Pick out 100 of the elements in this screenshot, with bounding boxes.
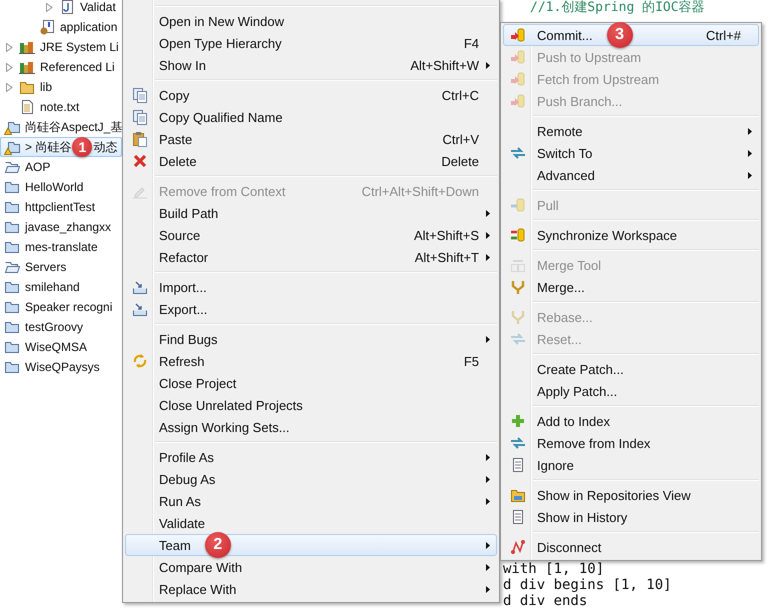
menu-item[interactable]: Refactor Alt+Shift+T (125, 246, 497, 268)
menu-item[interactable]: Remove from Index (503, 432, 759, 454)
config-file-icon (39, 19, 55, 35)
menu-item[interactable]: Synchronize Workspace (503, 224, 759, 246)
menu-item[interactable]: Open Type Hierarchy F4 (125, 32, 497, 54)
books-icon (19, 59, 35, 75)
cylinder-icon (510, 197, 526, 213)
menu-item[interactable]: Source Alt+Shift+S (125, 224, 497, 246)
refresh-icon (132, 353, 148, 369)
shortcut-label: Ctrl+C (440, 88, 479, 102)
menu-item[interactable]: Add to Index (503, 410, 759, 432)
menu-item[interactable]: Show in Repositories View (503, 484, 759, 506)
code-line: with [1, 10] (503, 561, 604, 577)
menu-item[interactable]: Import... (125, 276, 497, 298)
fork-icon (510, 309, 526, 325)
nodes-icon (510, 539, 526, 555)
expand-arrow-icon[interactable] (6, 82, 13, 92)
tree-item[interactable]: WiseQPaysys (0, 357, 122, 377)
menu-item[interactable]: Close Project (125, 372, 497, 394)
shortcut-label: Ctrl+# (704, 28, 741, 42)
arrow-cylinder-icon (510, 27, 526, 43)
menu-item[interactable]: Copy Ctrl+C (125, 84, 497, 106)
tree-item[interactable]: application (0, 17, 122, 37)
menu-item[interactable]: Copy Qualified Name (125, 106, 497, 128)
tree-item[interactable]: javase_zhangxx (0, 217, 122, 237)
project-icon (4, 279, 20, 295)
tree-item[interactable]: Speaker recogni (0, 297, 122, 317)
project-icon (4, 359, 20, 375)
tree-item[interactable]: smilehand (0, 277, 122, 297)
menu-item[interactable]: Validate (125, 512, 497, 534)
menu-item[interactable]: Close Unrelated Projects (125, 394, 497, 416)
menu-item[interactable]: Switch To (503, 142, 759, 164)
step-badge: 1 (72, 137, 92, 157)
expand-arrow-icon[interactable] (6, 42, 13, 52)
arrows-cylinder-icon (510, 227, 526, 243)
menu-item[interactable]: Apply Patch... (503, 380, 759, 402)
expand-arrow-icon[interactable] (46, 2, 53, 12)
project-icon (4, 299, 20, 315)
tree-item[interactable]: Validat (0, 0, 122, 17)
shortcut-label: F4 (462, 36, 479, 50)
tree-item[interactable]: > 尚硅谷 1 动态 (0, 137, 122, 157)
tree-item[interactable]: testGroovy (0, 317, 122, 337)
code-line: d div begins [1, 10] (503, 577, 672, 593)
grid-icon (510, 257, 526, 273)
menu-item[interactable]: Debug As (125, 468, 497, 490)
arrow-cylinder-icon (510, 49, 526, 65)
menu-item[interactable]: Delete Delete (125, 150, 497, 172)
menu-item[interactable]: Ignore (503, 454, 759, 476)
tree-item[interactable]: 尚硅谷AspectJ_基 (0, 117, 122, 137)
menu-item[interactable]: Paste Ctrl+V (125, 128, 497, 150)
shortcut-label: Alt+Shift+T (414, 250, 479, 264)
menu-item[interactable]: Compare With (125, 556, 497, 578)
tree-item[interactable]: Referenced Li (0, 57, 122, 77)
menu-item[interactable]: Open in New Window (125, 10, 497, 32)
shortcut-label: Alt+Shift+W (409, 58, 479, 72)
plus-icon (510, 413, 526, 429)
expand-arrow-icon[interactable] (6, 62, 13, 72)
project-icon (4, 219, 20, 235)
tree-item[interactable]: Servers (0, 257, 122, 277)
menu-item[interactable]: Profile As (125, 446, 497, 468)
menu-item[interactable]: Create Patch... (503, 358, 759, 380)
tree-item[interactable]: mes-translate (0, 237, 122, 257)
menu-item[interactable]: Team 2 (125, 534, 497, 556)
tray-icon (132, 301, 148, 317)
menu-item[interactable]: Remote (503, 120, 759, 142)
menu-item[interactable]: Advanced (503, 164, 759, 186)
warning-folder-icon (4, 119, 20, 135)
shortcut-label: Alt+Shift+S (412, 228, 479, 242)
project-icon (4, 239, 20, 255)
folder-closed-icon (19, 79, 35, 95)
menu-item[interactable]: Commit... 3 Ctrl+# (503, 24, 759, 46)
menu-item[interactable]: Disconnect (503, 536, 759, 558)
menu-item[interactable]: Replace With (125, 578, 497, 600)
open-project-icon (4, 159, 20, 175)
tree-item[interactable]: WiseQMSA (0, 337, 122, 357)
shortcut-label: F5 (462, 354, 479, 368)
text-file-icon (19, 99, 35, 115)
tree-item[interactable]: JRE System Li (0, 37, 122, 57)
menu-item[interactable]: Find Bugs (125, 328, 497, 350)
warning-folder-icon (4, 139, 20, 155)
menu-item[interactable]: Run As (125, 490, 497, 512)
menu-item[interactable]: Show in History (503, 506, 759, 528)
menu-item[interactable]: Merge... (503, 276, 759, 298)
copy-icon (132, 109, 148, 125)
project-icon (4, 199, 20, 215)
tree-item[interactable]: HelloWorld (0, 177, 122, 197)
menu-item[interactable]: Assign Working Sets... (125, 416, 497, 438)
menu-item[interactable]: Build Path (125, 202, 497, 224)
tree-item[interactable]: lib (0, 77, 122, 97)
clipboard-icon (132, 131, 148, 147)
menu-item[interactable]: Refresh F5 (125, 350, 497, 372)
menu-item[interactable]: Show In Alt+Shift+W (125, 54, 497, 76)
tree-item[interactable]: note.txt (0, 97, 122, 117)
step-badge: 3 (606, 22, 633, 48)
menu-item[interactable]: Export... (125, 298, 497, 320)
arrows-icon (510, 435, 526, 451)
shortcut-label: Ctrl+V (442, 132, 479, 146)
tree-item[interactable]: AOP (0, 157, 122, 177)
tree-item[interactable]: httpclientTest (0, 197, 122, 217)
step-badge: 2 (204, 532, 231, 558)
